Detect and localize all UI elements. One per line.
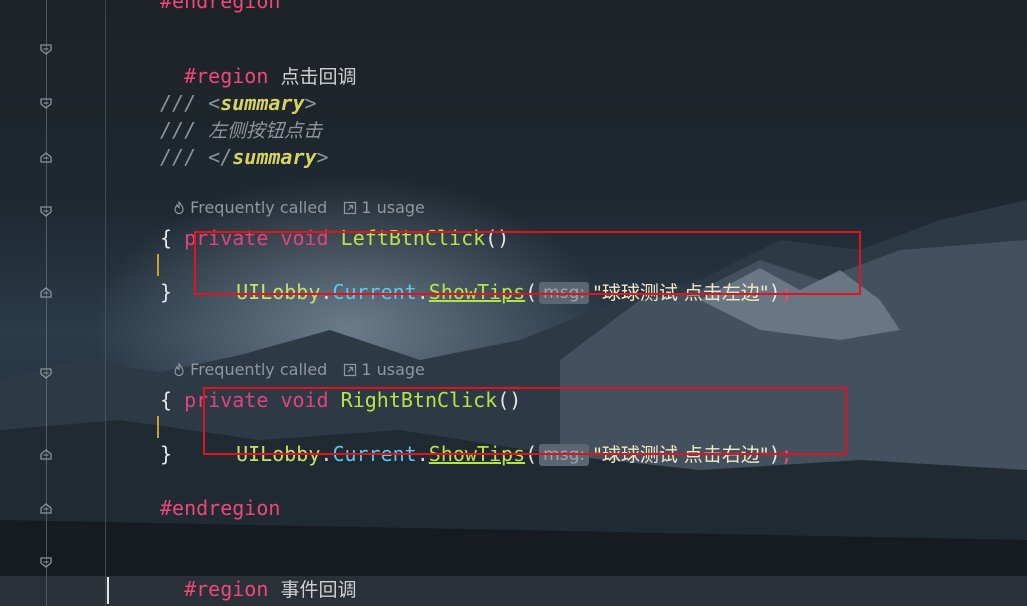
region-title: 点击回调 xyxy=(280,66,357,88)
code-line-region-event[interactable]: #region 事件回调 xyxy=(160,549,356,601)
code-line-doc-summary-close[interactable]: /// </summary> xyxy=(160,144,329,171)
fold-marker-icon[interactable] xyxy=(40,368,52,379)
indent-guide xyxy=(105,0,106,606)
code-line-brace-open[interactable]: { xyxy=(160,387,172,414)
region-keyword: #region xyxy=(184,64,269,88)
fold-end-icon[interactable] xyxy=(40,152,52,163)
code-line-method-right[interactable]: private void RightBtnClick() xyxy=(160,360,521,412)
change-marker xyxy=(157,416,159,438)
current-line-highlight xyxy=(0,576,1027,606)
code-line-doc-text[interactable]: /// 左侧按钮点击 xyxy=(160,117,322,144)
doc-slashes: /// xyxy=(160,91,197,115)
doc-slashes: /// xyxy=(160,118,197,142)
code-line-method-left[interactable]: private void LeftBtnClick() xyxy=(160,198,509,250)
fold-marker-icon[interactable] xyxy=(40,44,52,55)
fold-end-icon[interactable] xyxy=(40,287,52,298)
change-marker xyxy=(157,254,159,276)
doc-tag: summary xyxy=(220,91,305,115)
highlight-box-right-call xyxy=(203,387,847,455)
doc-tag: summary xyxy=(232,145,317,169)
code-line-endregion[interactable]: #endregion xyxy=(160,495,280,522)
highlight-box-left-call xyxy=(194,231,861,295)
codelens-right: Frequently called 1 usage xyxy=(162,337,425,379)
text-cursor xyxy=(107,577,109,604)
doc-slashes: /// xyxy=(160,145,197,169)
code-line-brace-close[interactable]: } xyxy=(160,441,172,468)
fold-end-icon[interactable] xyxy=(40,449,52,460)
doc-text: 左侧按钮点击 xyxy=(208,120,323,142)
gutter-line xyxy=(46,0,47,606)
code-line-brace-close[interactable]: } xyxy=(160,279,172,306)
code-line-region-click[interactable]: #region 点击回调 xyxy=(160,36,356,88)
code-line-endregion-partial[interactable]: #endregion xyxy=(160,0,280,15)
code-line-brace-open[interactable]: { xyxy=(160,225,172,252)
region-keyword: #region xyxy=(184,577,269,601)
code-line-doc-summary-open[interactable]: /// <summary> xyxy=(160,90,317,117)
codelens-left: Frequently called 1 usage xyxy=(162,175,425,217)
fold-marker-icon[interactable] xyxy=(40,206,52,217)
fold-marker-icon[interactable] xyxy=(40,98,52,109)
fold-end-icon[interactable] xyxy=(40,503,52,514)
fold-marker-icon[interactable] xyxy=(40,557,52,568)
region-title: 事件回调 xyxy=(280,579,357,601)
